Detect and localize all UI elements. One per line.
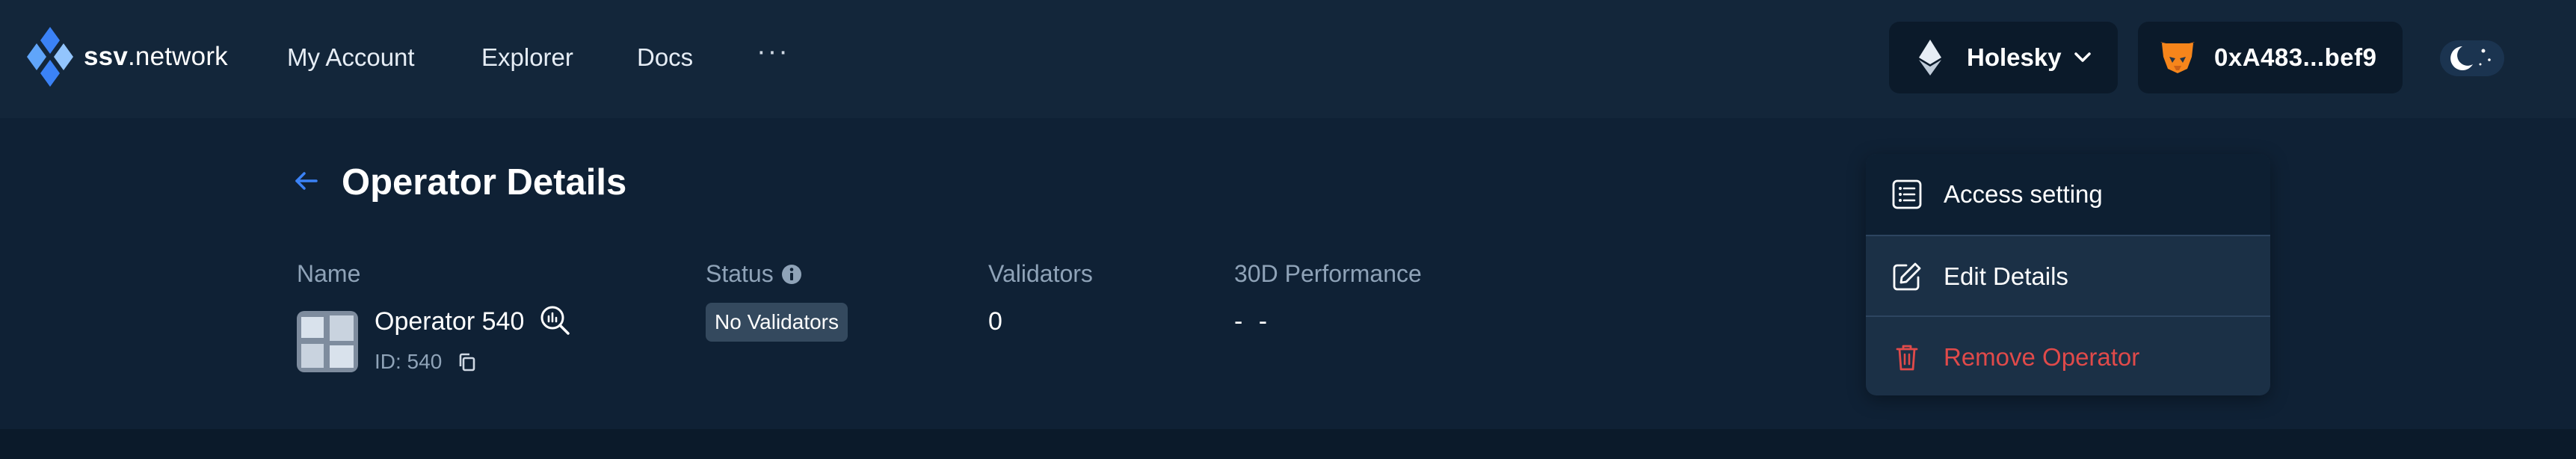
top-navigation-bar: ssv.network My Account Explorer Docs ···…	[0, 0, 2576, 118]
back-arrow-icon[interactable]	[294, 170, 319, 191]
chevron-down-icon	[2074, 52, 2091, 62]
column-label-performance: 30D Performance	[1234, 260, 1422, 287]
logo-text: ssv.network	[84, 42, 228, 71]
moon-stars-icon	[2450, 46, 2491, 70]
list-icon	[1891, 179, 1926, 210]
menu-item-remove-operator[interactable]: Remove Operator	[1866, 315, 2270, 395]
edit-icon	[1891, 261, 1926, 292]
status-badge: No Validators	[706, 303, 848, 342]
wallet-button[interactable]: 0xA483...bef9	[2138, 22, 2403, 93]
performance-value: - -	[1234, 307, 1272, 336]
metamask-fox-icon	[2160, 42, 2195, 73]
operator-avatar-image	[297, 311, 358, 372]
menu-item-label: Remove Operator	[1944, 342, 2140, 371]
menu-item-access-setting[interactable]: Access setting	[1866, 154, 2270, 235]
wallet-address: 0xA483...bef9	[2214, 43, 2377, 71]
analytics-search-icon[interactable]	[540, 305, 571, 336]
nav-explorer[interactable]: Explorer	[481, 0, 573, 115]
nav-docs[interactable]: Docs	[637, 0, 693, 115]
operator-name: Operator 540	[375, 307, 525, 336]
column-label-validators: Validators	[988, 260, 1093, 287]
nav-more-menu[interactable]: ···	[757, 0, 789, 109]
status-label-text: Status	[706, 260, 774, 287]
operator-avatar	[297, 311, 358, 372]
operator-id: ID: 540	[375, 350, 443, 373]
menu-item-edit-details[interactable]: Edit Details	[1866, 235, 2270, 317]
network-name: Holesky	[1967, 43, 2062, 71]
menu-item-label: Edit Details	[1944, 262, 2068, 290]
ethereum-icon	[1919, 40, 1941, 76]
ssv-network-logo[interactable]: ssv.network	[27, 25, 228, 88]
column-label-status: Status	[706, 260, 802, 288]
nav-my-account[interactable]: My Account	[287, 0, 415, 115]
network-selector[interactable]: Holesky	[1889, 22, 2118, 93]
trash-icon	[1891, 342, 1926, 373]
info-icon[interactable]	[781, 264, 802, 285]
theme-toggle[interactable]	[2440, 40, 2504, 76]
validators-count: 0	[988, 307, 1002, 336]
column-label-name: Name	[297, 260, 361, 287]
operator-actions-menu: Access setting Edit Details Remove Opera…	[1866, 154, 2270, 395]
page-title: Operator Details	[342, 162, 627, 203]
page-background	[0, 429, 2576, 459]
copy-icon[interactable]	[457, 352, 477, 373]
ssv-logo-icon	[27, 27, 73, 87]
menu-item-label: Access setting	[1944, 180, 2103, 208]
